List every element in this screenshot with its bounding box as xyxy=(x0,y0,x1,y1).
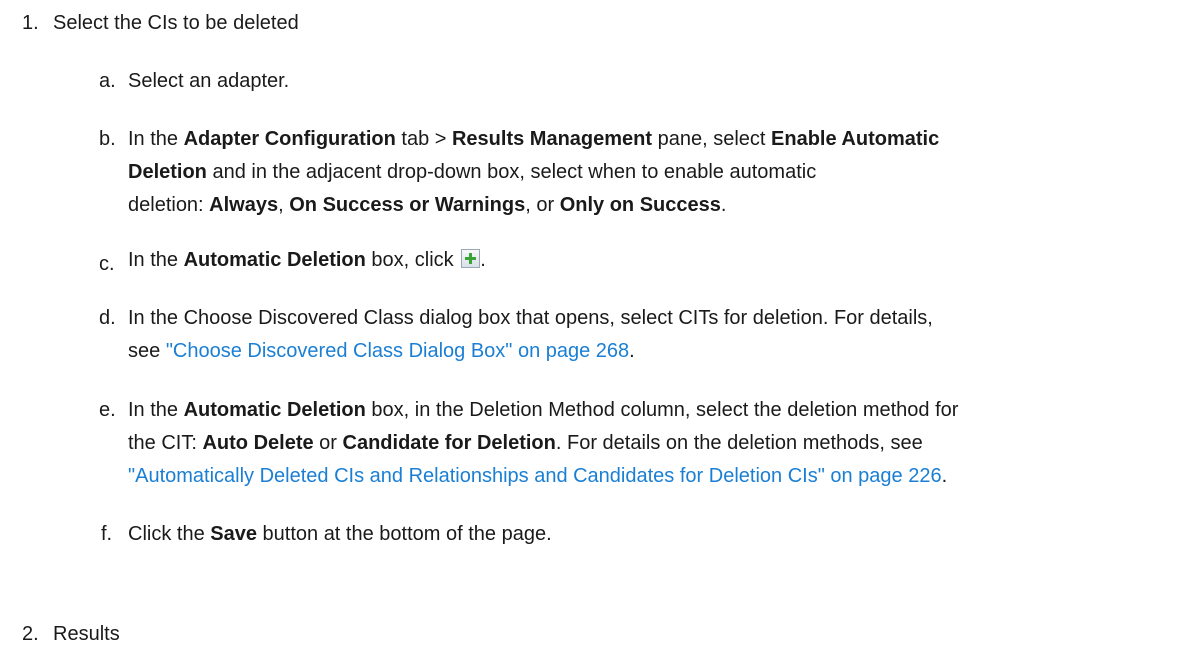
substep-marker-c: c. xyxy=(99,253,115,275)
substep-a-text: Select an adapter. xyxy=(128,70,290,92)
substep-d-line-1: In the Choose Discovered Class dialog bo… xyxy=(128,307,933,329)
substep-marker-a: a. xyxy=(99,70,116,92)
ui-term-results-management: Results Management xyxy=(451,128,653,150)
option-on-success-or-warnings: On Success or Warnings xyxy=(289,194,526,216)
step-number-1: 1. xyxy=(22,12,39,34)
ui-term-automatic-deletion: Automatic Deletion xyxy=(183,249,366,271)
substep-e-line-2: the CIT: Auto Delete or Candidate for De… xyxy=(128,432,923,454)
substep-b-line-1: In the Adapter Configuration tab > Resul… xyxy=(128,128,940,150)
substep-c-text: In the Automatic Deletion box, click . xyxy=(128,249,486,271)
substep-b-line-3: deletion: Always, On Success or Warnings… xyxy=(128,194,727,216)
add-icon xyxy=(461,249,481,268)
substep-e-line-1: In the Automatic Deletion box, in the De… xyxy=(128,399,959,421)
substep-marker-f: f. xyxy=(101,523,113,545)
substep-b-line-2: Deletion and in the adjacent drop-down b… xyxy=(128,161,817,183)
link-choose-discovered-class[interactable]: "Choose Discovered Class Dialog Box" on … xyxy=(166,340,629,362)
option-always: Always xyxy=(209,194,279,216)
step-number-2: 2. xyxy=(22,623,39,645)
substep-marker-d: d. xyxy=(99,307,116,329)
substep-d-line-2: see "Choose Discovered Class Dialog Box"… xyxy=(128,340,635,362)
option-auto-delete: Auto Delete xyxy=(202,432,314,454)
ui-term-save: Save xyxy=(210,523,257,545)
link-automatically-deleted-cis[interactable]: "Automatically Deleted CIs and Relations… xyxy=(128,465,942,487)
substep-f-text: Click the Save button at the bottom of t… xyxy=(128,523,552,545)
substep-marker-e: e. xyxy=(99,399,116,421)
option-candidate-for-deletion: Candidate for Deletion xyxy=(342,432,556,454)
ui-term-deletion: Deletion xyxy=(128,161,207,183)
substep-e-line-3: "Automatically Deleted CIs and Relations… xyxy=(128,465,948,487)
step-title-1: Select the CIs to be deleted xyxy=(53,12,299,34)
option-only-on-success: Only on Success xyxy=(559,194,721,216)
step-title-2: Results xyxy=(53,623,120,645)
ui-term-adapter-configuration: Adapter Configuration xyxy=(183,128,396,150)
substep-marker-b: b. xyxy=(99,128,116,150)
ui-term-automatic-deletion: Automatic Deletion xyxy=(183,399,366,421)
ui-term-enable-automatic: Enable Automatic xyxy=(771,128,940,150)
